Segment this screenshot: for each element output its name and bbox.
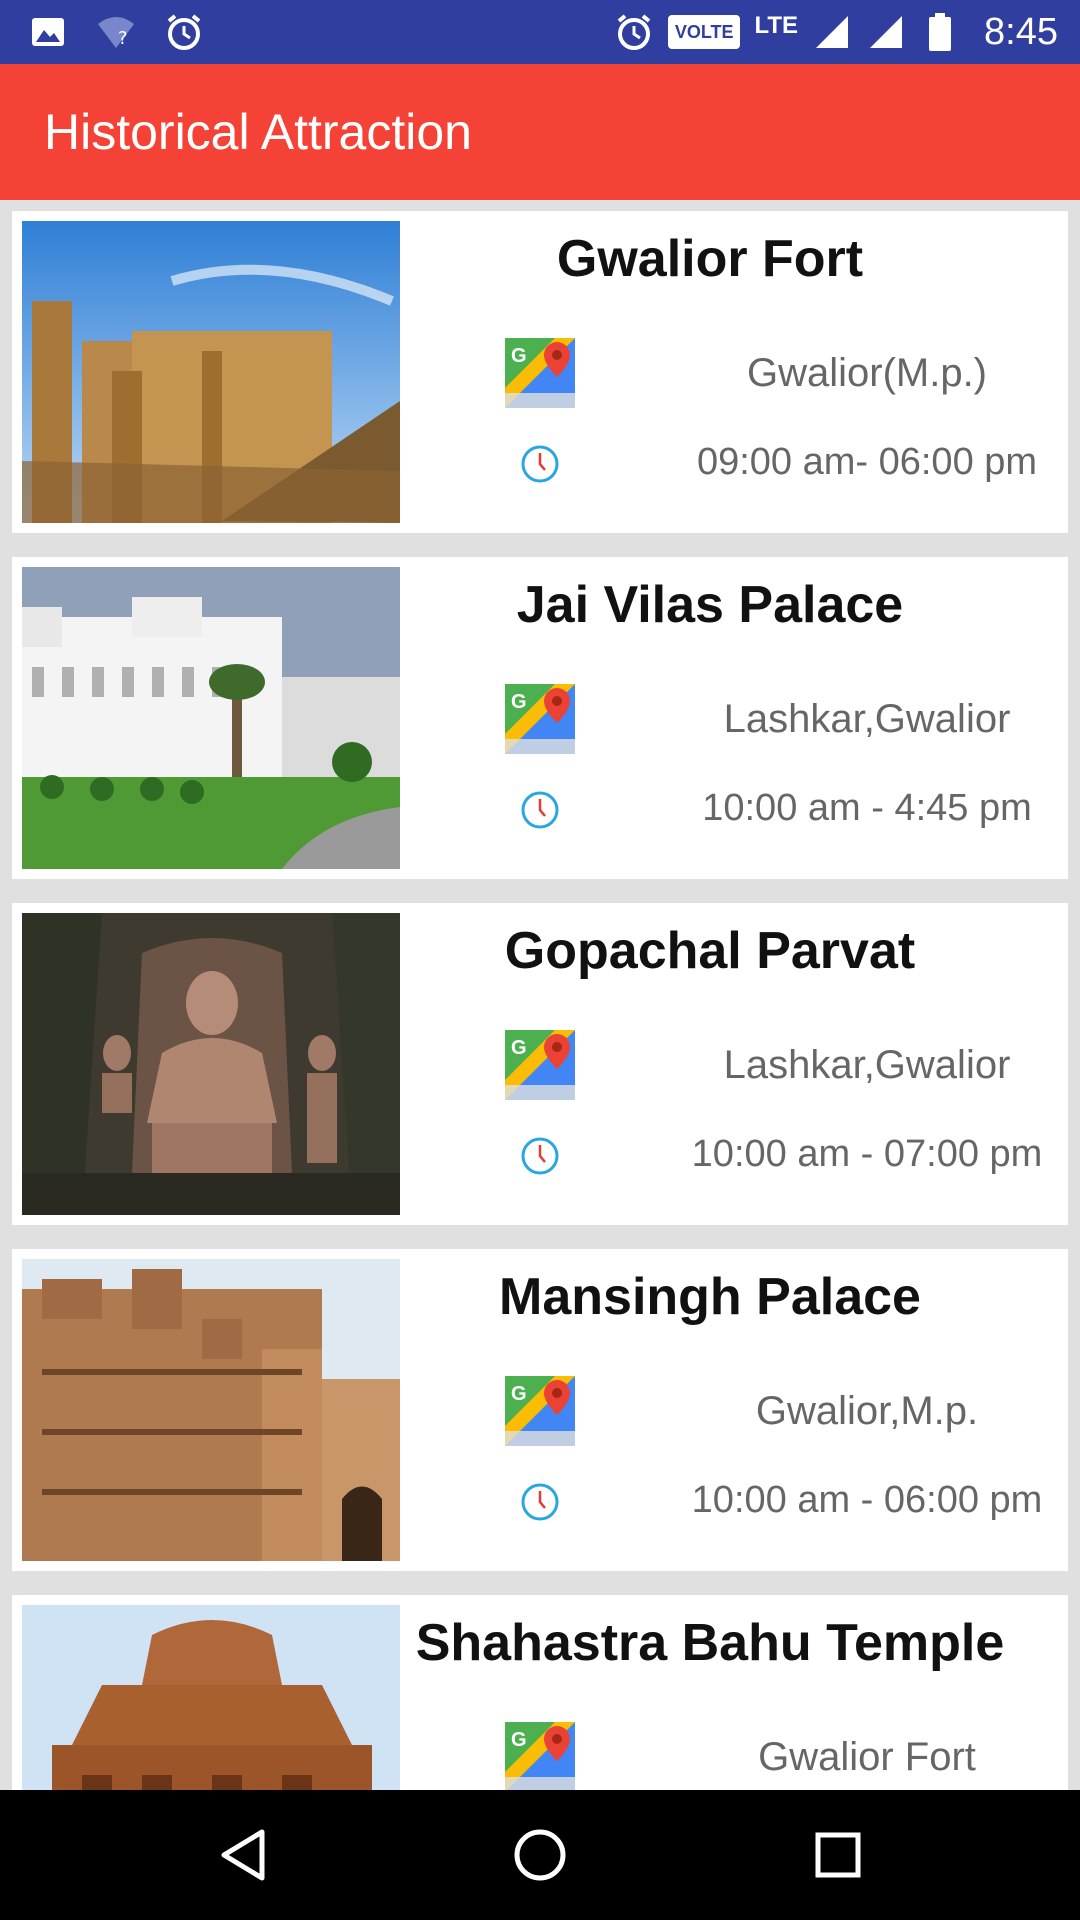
attraction-location: Gwalior(M.p.) bbox=[746, 351, 988, 395]
svg-text:?: ? bbox=[118, 28, 128, 49]
status-clock: 8:45 bbox=[984, 10, 1058, 53]
signal-icon bbox=[866, 12, 906, 52]
attraction-hours: 10:00 am - 07:00 pm bbox=[691, 1133, 1043, 1175]
attraction-name: Jai Vilas Palace bbox=[516, 576, 904, 634]
list-item[interactable]: Gopachal Parvat G Lashkar,Gwalior 10:00 … bbox=[12, 903, 1068, 1225]
page-title: Historical Attraction bbox=[44, 104, 472, 160]
svg-text:G: G bbox=[511, 1037, 527, 1059]
lte-label: LTE bbox=[754, 12, 799, 39]
attraction-hours: 10:00 am - 06:00 pm bbox=[691, 1479, 1043, 1521]
attraction-photo bbox=[22, 1605, 400, 1790]
google-maps-icon[interactable]: G bbox=[505, 1030, 575, 1100]
list-item[interactable]: Gwalior Fort G Gwalior(M.p.) 09:00 am- 0… bbox=[12, 211, 1068, 533]
status-left-icons: ? bbox=[28, 0, 204, 64]
attraction-photo bbox=[22, 1259, 400, 1561]
attraction-name: Mansingh Palace bbox=[499, 1268, 921, 1326]
alarm-icon bbox=[164, 12, 204, 52]
navigation-bar bbox=[0, 1790, 1080, 1920]
image-icon bbox=[28, 12, 68, 52]
app-toolbar: Historical Attraction bbox=[0, 64, 1080, 200]
alarm-icon bbox=[614, 12, 654, 52]
clock-icon bbox=[520, 444, 560, 484]
attraction-location: Lashkar,Gwalior bbox=[723, 1043, 1011, 1087]
clock-icon bbox=[520, 1136, 560, 1176]
attraction-location: Lashkar,Gwalior bbox=[723, 697, 1011, 741]
attraction-photo bbox=[22, 567, 400, 869]
svg-text:G: G bbox=[511, 1383, 527, 1405]
attraction-photo bbox=[22, 221, 400, 523]
recents-icon[interactable] bbox=[803, 1820, 873, 1890]
google-maps-icon[interactable]: G bbox=[505, 684, 575, 754]
list-item[interactable]: Mansingh Palace G Gwalior,M.p. 10:00 am … bbox=[12, 1249, 1068, 1571]
attraction-name: Gwalior Fort bbox=[556, 230, 864, 288]
attraction-location: Gwalior,M.p. bbox=[755, 1389, 979, 1433]
clock-icon bbox=[520, 1482, 560, 1522]
svg-text:G: G bbox=[511, 345, 527, 367]
google-maps-icon[interactable]: G bbox=[505, 1722, 575, 1790]
back-icon[interactable] bbox=[210, 1820, 280, 1890]
list-item[interactable]: Shahastra Bahu Temple G Gwalior Fort bbox=[12, 1595, 1068, 1790]
battery-icon bbox=[920, 12, 960, 52]
status-right-icons: VOLTE LTE 8:45 bbox=[614, 0, 1058, 64]
attraction-photo bbox=[22, 913, 400, 1215]
signal-icon bbox=[812, 12, 852, 52]
attraction-location: Gwalior Fort bbox=[758, 1735, 976, 1779]
attraction-hours: 09:00 am- 06:00 pm bbox=[696, 441, 1038, 483]
list-item[interactable]: Jai Vilas Palace G Lashkar,Gwalior 10:00… bbox=[12, 557, 1068, 879]
home-icon[interactable] bbox=[505, 1820, 575, 1890]
svg-text:G: G bbox=[511, 691, 527, 713]
attraction-hours: 10:00 am - 4:45 pm bbox=[702, 787, 1032, 829]
attraction-name: Shahastra Bahu Temple bbox=[415, 1614, 1005, 1672]
google-maps-icon[interactable]: G bbox=[505, 1376, 575, 1446]
attraction-name: Gopachal Parvat bbox=[504, 922, 916, 980]
clock-icon bbox=[520, 790, 560, 830]
attraction-list[interactable]: Gwalior Fort G Gwalior(M.p.) 09:00 am- 0… bbox=[0, 200, 1080, 1790]
volte-badge: VOLTE bbox=[667, 15, 741, 49]
svg-text:G: G bbox=[511, 1729, 527, 1751]
google-maps-icon[interactable]: G bbox=[505, 338, 575, 408]
wifi-question-icon: ? bbox=[96, 12, 136, 52]
status-bar: ? VOLTE LTE 8:45 bbox=[0, 0, 1080, 64]
